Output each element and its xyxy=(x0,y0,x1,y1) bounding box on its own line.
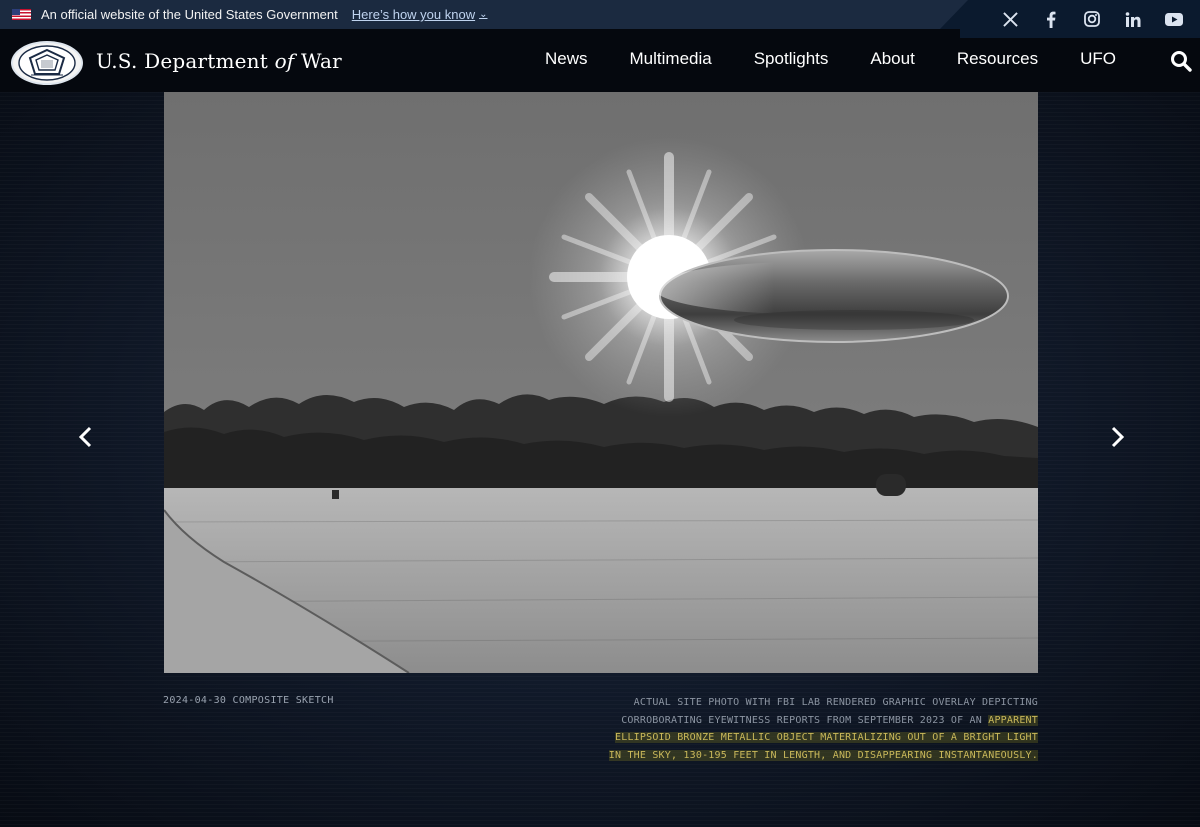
facebook-icon[interactable] xyxy=(1041,9,1061,29)
pentagon-logo-icon[interactable] xyxy=(11,41,83,85)
previous-slide-button[interactable] xyxy=(71,422,101,452)
chevron-down-icon: ⌄ xyxy=(479,9,488,20)
youtube-icon[interactable] xyxy=(1164,9,1184,29)
gov-banner-text: An official website of the United States… xyxy=(41,7,338,22)
site-header: U.S. Department of War News Multimedia S… xyxy=(0,29,1200,92)
nav-multimedia[interactable]: Multimedia xyxy=(609,49,733,69)
ellipsoid-object xyxy=(654,249,1009,343)
site-title-part: War xyxy=(294,49,342,73)
caption-text: ACTUAL SITE PHOTO WITH FBI LAB RENDERED … xyxy=(621,697,1038,726)
x-icon[interactable] xyxy=(1000,9,1020,29)
slideshow: 2024-04-30 COMPOSITE SKETCH ACTUAL SITE … xyxy=(0,92,1200,827)
site-title-part: U.S. Department xyxy=(96,49,275,73)
linkedin-icon[interactable] xyxy=(1123,9,1143,29)
chevron-right-icon xyxy=(1111,426,1125,448)
nav-spotlights[interactable]: Spotlights xyxy=(733,49,850,69)
instagram-icon[interactable] xyxy=(1082,9,1102,29)
site-title[interactable]: U.S. Department of War xyxy=(96,49,342,73)
nav-news[interactable]: News xyxy=(524,49,609,69)
nav-about[interactable]: About xyxy=(849,49,935,69)
gov-banner-left: An official website of the United States… xyxy=(0,0,980,29)
search-icon[interactable] xyxy=(1170,50,1192,72)
composite-photo xyxy=(164,92,1038,673)
us-flag-icon xyxy=(12,9,31,20)
heres-how-you-know-label: Here’s how you know xyxy=(351,7,476,22)
heres-how-you-know-link[interactable]: Here’s how you know ⌄ xyxy=(352,7,488,22)
slide-date-label: 2024-04-30 COMPOSITE SKETCH xyxy=(163,695,334,706)
next-slide-button[interactable] xyxy=(1102,422,1132,452)
slide-caption: ACTUAL SITE PHOTO WITH FBI LAB RENDERED … xyxy=(598,694,1038,764)
site-title-of: of xyxy=(274,49,295,73)
nav-ufo[interactable]: UFO xyxy=(1059,49,1137,69)
slide-image-ufo-composite xyxy=(164,92,1038,673)
nav-resources[interactable]: Resources xyxy=(936,49,1059,69)
social-links xyxy=(970,0,1200,38)
chevron-left-icon xyxy=(78,426,92,448)
main-nav: News Multimedia Spotlights About Resourc… xyxy=(524,49,1137,69)
